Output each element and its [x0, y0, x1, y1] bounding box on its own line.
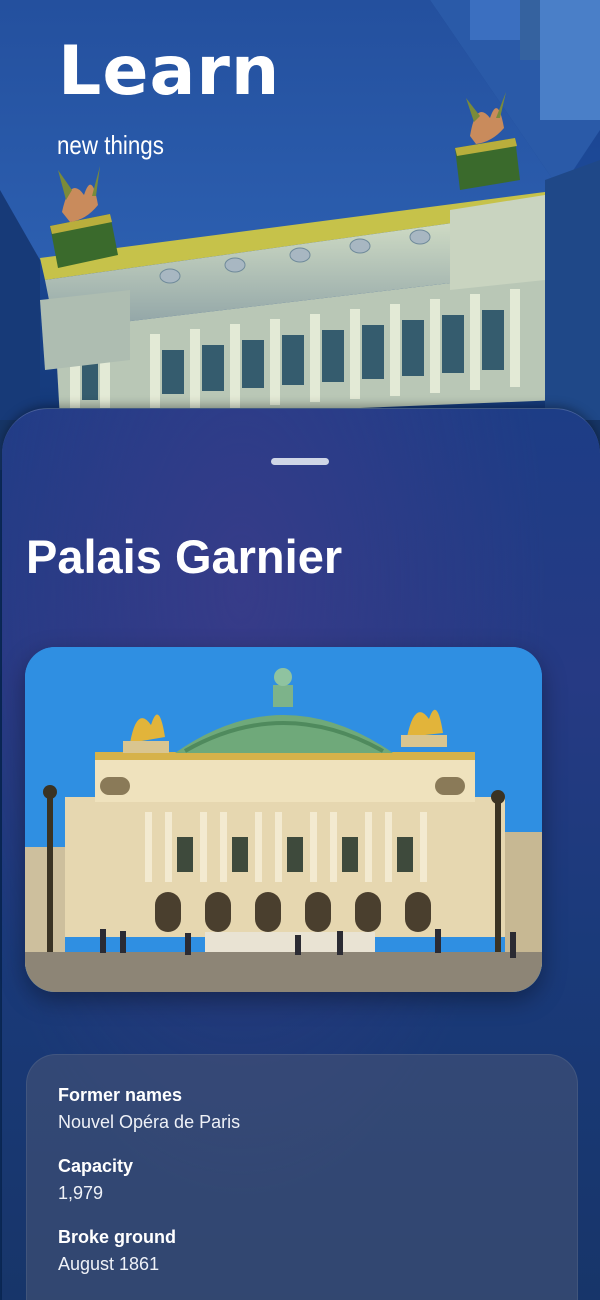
hero-title: Learn: [58, 32, 281, 111]
detail-sheet[interactable]: Palais Garnier Former names Nouvel Opéra…: [2, 408, 600, 1300]
detail-value: August 1861: [58, 1254, 160, 1274]
detail-value: 1,979: [58, 1183, 104, 1203]
place-title: Palais Garnier: [26, 530, 343, 583]
detail-former-names: Former names Nouvel Opéra de Paris: [58, 1085, 240, 1133]
hero-scene: Learn new things: [0, 0, 600, 470]
sheet-grabber-handle[interactable]: [271, 458, 329, 465]
hero-subtitle: new things: [57, 130, 164, 160]
details-card: Former names Nouvel Opéra de Paris Capac…: [26, 1054, 578, 1300]
palais-garnier-image: [25, 647, 542, 992]
detail-broke-ground: Broke ground August 1861: [58, 1227, 176, 1275]
detail-label: Broke ground: [58, 1227, 177, 1247]
place-photo[interactable]: [25, 647, 542, 992]
detail-capacity: Capacity 1,979: [58, 1156, 133, 1204]
detail-value: Nouvel Opéra de Paris: [58, 1112, 241, 1132]
detail-label: Capacity: [58, 1156, 134, 1176]
detail-label: Former names: [58, 1085, 183, 1105]
